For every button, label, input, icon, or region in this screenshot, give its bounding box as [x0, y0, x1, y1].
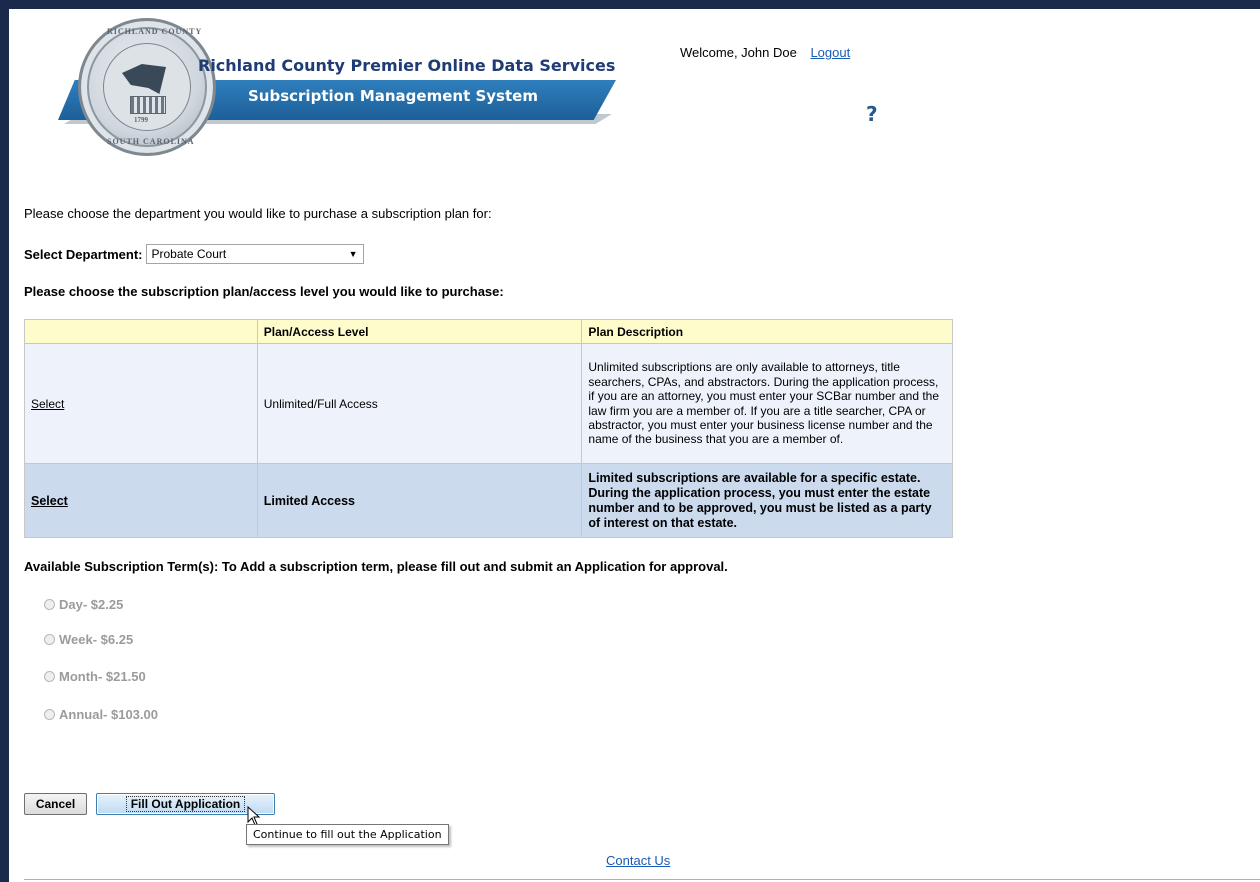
- level-cell: Unlimited/Full Access: [256, 343, 583, 464]
- select-cell: Select: [24, 343, 258, 464]
- state-outline-icon: [122, 64, 166, 94]
- radio-button[interactable]: [44, 599, 55, 610]
- level-cell: Limited Access: [256, 463, 583, 538]
- welcome-text: Welcome, John Doe: [680, 45, 797, 60]
- seal-inner-ring: 1799: [103, 43, 191, 131]
- description-cell: Limited subscriptions are available for …: [581, 463, 953, 538]
- seal-year: 1799: [134, 116, 148, 124]
- term-option-week[interactable]: Week- $6.25: [44, 632, 133, 647]
- term-option-annual[interactable]: Annual- $103.00: [44, 707, 158, 722]
- left-frame-bar: [0, 0, 9, 882]
- cancel-button[interactable]: Cancel: [24, 793, 87, 815]
- footer-divider: [24, 879, 1260, 880]
- header-cell-description: Plan Description: [581, 319, 953, 344]
- header-cell-action: [24, 319, 258, 344]
- term-option-day[interactable]: Day- $2.25: [44, 597, 123, 612]
- welcome-area: Welcome, John Doe Logout: [680, 45, 850, 60]
- table-row: Select Limited Access Limited subscripti…: [24, 463, 953, 538]
- term-label: Annual- $103.00: [59, 707, 158, 722]
- chevron-down-icon: ▼: [348, 249, 358, 259]
- terms-heading: Available Subscription Term(s): To Add a…: [24, 559, 728, 574]
- term-label: Week- $6.25: [59, 632, 134, 647]
- department-selected-value: Probate Court: [151, 247, 227, 261]
- radio-button[interactable]: [44, 634, 55, 645]
- term-option-month[interactable]: Month- $21.50: [44, 669, 146, 684]
- plan-table-header-row: Plan/Access Level Plan Description: [24, 319, 953, 344]
- intro-text: Please choose the department you would l…: [24, 206, 492, 221]
- contact-us-link[interactable]: Contact Us: [606, 853, 670, 868]
- select-cell: Select: [24, 463, 258, 538]
- table-row: Select Unlimited/Full Access Unlimited s…: [24, 343, 953, 464]
- radio-button[interactable]: [44, 671, 55, 682]
- courthouse-icon: [130, 96, 166, 114]
- plan-heading: Please choose the subscription plan/acce…: [24, 284, 504, 299]
- tooltip: Continue to fill out the Application: [246, 824, 449, 845]
- department-select[interactable]: Probate Court ▼: [146, 244, 365, 264]
- seal-text-top: RICHLAND COUNTY: [107, 27, 203, 36]
- fill-out-application-label: Fill Out Application: [125, 796, 246, 812]
- radio-button[interactable]: [44, 709, 55, 720]
- logout-link[interactable]: Logout: [810, 45, 850, 60]
- select-limited-link[interactable]: Select: [31, 494, 68, 508]
- question-mark-icon[interactable]: ?: [866, 102, 878, 126]
- seal-text-bottom: SOUTH CAROLINA: [107, 137, 195, 146]
- term-label: Month- $21.50: [59, 669, 146, 684]
- site-logo: 1799 RICHLAND COUNTY SOUTH CAROLINA Rich…: [58, 18, 628, 158]
- header-cell-level: Plan/Access Level: [256, 319, 583, 344]
- site-subtitle: Subscription Management System: [248, 87, 538, 105]
- plan-table: Plan/Access Level Plan Description Selec…: [24, 319, 953, 538]
- department-row: Select Department: Probate Court ▼: [24, 244, 365, 264]
- select-unlimited-link[interactable]: Select: [31, 397, 64, 411]
- department-label: Select Department:: [24, 246, 143, 262]
- description-cell: Unlimited subscriptions are only availab…: [581, 343, 953, 464]
- county-seal-icon: 1799 RICHLAND COUNTY SOUTH CAROLINA: [78, 18, 216, 156]
- term-label: Day- $2.25: [59, 597, 124, 612]
- top-frame-bar: [0, 0, 1260, 9]
- site-title: Richland County Premier Online Data Serv…: [198, 56, 616, 75]
- mouse-cursor-icon: [247, 806, 261, 826]
